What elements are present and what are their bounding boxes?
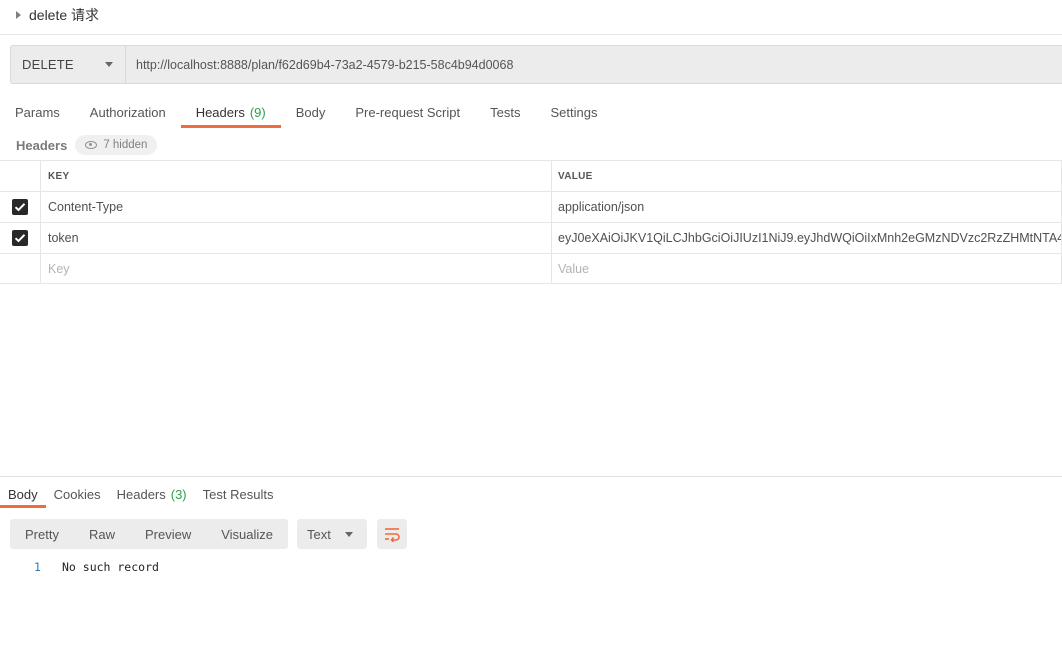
- chevron-down-icon: [345, 531, 354, 537]
- request-title-text: delete 请求: [29, 7, 100, 23]
- checkbox-checked[interactable]: [12, 199, 28, 215]
- row-checkbox-cell: [0, 254, 41, 283]
- header-value-cell[interactable]: application/json: [552, 192, 1062, 222]
- tab-label: Headers: [195, 104, 245, 120]
- response-text: No such record: [62, 560, 159, 574]
- response-divider[interactable]: [0, 476, 1062, 477]
- view-pretty-button[interactable]: Pretty: [10, 519, 74, 549]
- divider: [0, 34, 1062, 35]
- format-label: Text: [307, 526, 331, 542]
- headers-label: Headers: [16, 137, 68, 153]
- chevron-down-icon: [105, 62, 113, 67]
- response-view-toolbar: Pretty Raw Preview Visualize Text: [10, 519, 408, 549]
- tab-count: (3): [170, 486, 187, 502]
- value-column-header: VALUE: [552, 161, 1062, 191]
- view-mode-group: Pretty Raw Preview Visualize: [10, 519, 289, 549]
- checkbox-checked[interactable]: [12, 230, 28, 246]
- tab-label: Test Results: [202, 486, 274, 502]
- caret-right-icon[interactable]: [16, 11, 21, 19]
- table-row: token eyJ0eXAiOiJKV1QiLCJhbGciOiJIUzI1Ni…: [0, 222, 1062, 253]
- wrap-lines-button[interactable]: [377, 519, 408, 549]
- view-raw-button[interactable]: Raw: [74, 519, 130, 549]
- row-checkbox-cell: [0, 192, 41, 222]
- response-tab-headers[interactable]: Headers (3): [109, 480, 195, 508]
- url-input[interactable]: http://localhost:8888/plan/f62d69b4-73a2…: [126, 46, 1062, 83]
- method-label: DELETE: [22, 57, 74, 72]
- tab-headers[interactable]: Headers (9): [180, 96, 281, 128]
- tab-pre-request-script[interactable]: Pre-request Script: [340, 96, 475, 128]
- header-key-cell[interactable]: Content-Type: [41, 192, 552, 222]
- new-key-input[interactable]: Key: [41, 254, 552, 283]
- wrap-lines-icon: [385, 528, 400, 542]
- tab-label: Authorization: [89, 104, 166, 120]
- response-tabs: Body Cookies Headers (3) Test Results: [0, 480, 281, 508]
- response-body[interactable]: 1 No such record: [34, 560, 159, 574]
- tab-label: Params: [15, 104, 60, 120]
- method-select[interactable]: DELETE: [11, 46, 126, 83]
- tab-authorization[interactable]: Authorization: [75, 96, 181, 128]
- response-tab-test-results[interactable]: Test Results: [195, 480, 282, 508]
- response-tab-cookies[interactable]: Cookies: [46, 480, 109, 508]
- headers-toolbar: Headers 7 hidden: [16, 134, 158, 156]
- tab-params[interactable]: Params: [0, 96, 75, 128]
- tab-count: (9): [249, 104, 266, 120]
- request-tabs: Params Authorization Headers (9) Body Pre…: [0, 96, 612, 128]
- format-select[interactable]: Text: [297, 519, 368, 549]
- table-row: Content-Type application/json: [0, 191, 1062, 222]
- line-number: 1: [34, 560, 41, 574]
- url-bar: DELETE http://localhost:8888/plan/f62d69…: [10, 45, 1062, 84]
- tab-tests[interactable]: Tests: [475, 96, 535, 128]
- table-row-new: Key Value: [0, 253, 1062, 284]
- table-header-row: KEY VALUE: [0, 160, 1062, 191]
- header-value-cell[interactable]: eyJ0eXAiOiJKV1QiLCJhbGciOiJIUzI1NiJ9.eyJ…: [552, 223, 1062, 253]
- view-preview-button[interactable]: Preview: [130, 519, 206, 549]
- tab-label: Body: [295, 104, 326, 120]
- view-visualize-button[interactable]: Visualize: [206, 519, 288, 549]
- tab-label: Headers: [116, 486, 166, 502]
- check-column-header: [0, 161, 41, 191]
- check-icon: [14, 203, 26, 212]
- check-icon: [14, 234, 26, 243]
- new-value-input[interactable]: Value: [552, 254, 1062, 283]
- request-title[interactable]: delete 请求: [12, 5, 99, 25]
- tab-label: Cookies: [53, 486, 101, 502]
- response-tab-body[interactable]: Body: [0, 480, 46, 508]
- hidden-headers-toggle[interactable]: 7 hidden: [75, 135, 158, 155]
- row-checkbox-cell: [0, 223, 41, 253]
- hidden-count: 7 hidden: [103, 139, 148, 151]
- tab-body[interactable]: Body: [281, 96, 341, 128]
- tab-label: Pre-request Script: [355, 104, 461, 120]
- tab-label: Body: [8, 486, 38, 502]
- headers-table: KEY VALUE Content-Type application/json …: [0, 160, 1062, 284]
- header-key-cell[interactable]: token: [41, 223, 552, 253]
- tab-label: Tests: [490, 104, 521, 120]
- tab-label: Settings: [550, 104, 598, 120]
- tab-settings[interactable]: Settings: [535, 96, 612, 128]
- eye-icon: [85, 141, 98, 149]
- key-column-header: KEY: [41, 161, 552, 191]
